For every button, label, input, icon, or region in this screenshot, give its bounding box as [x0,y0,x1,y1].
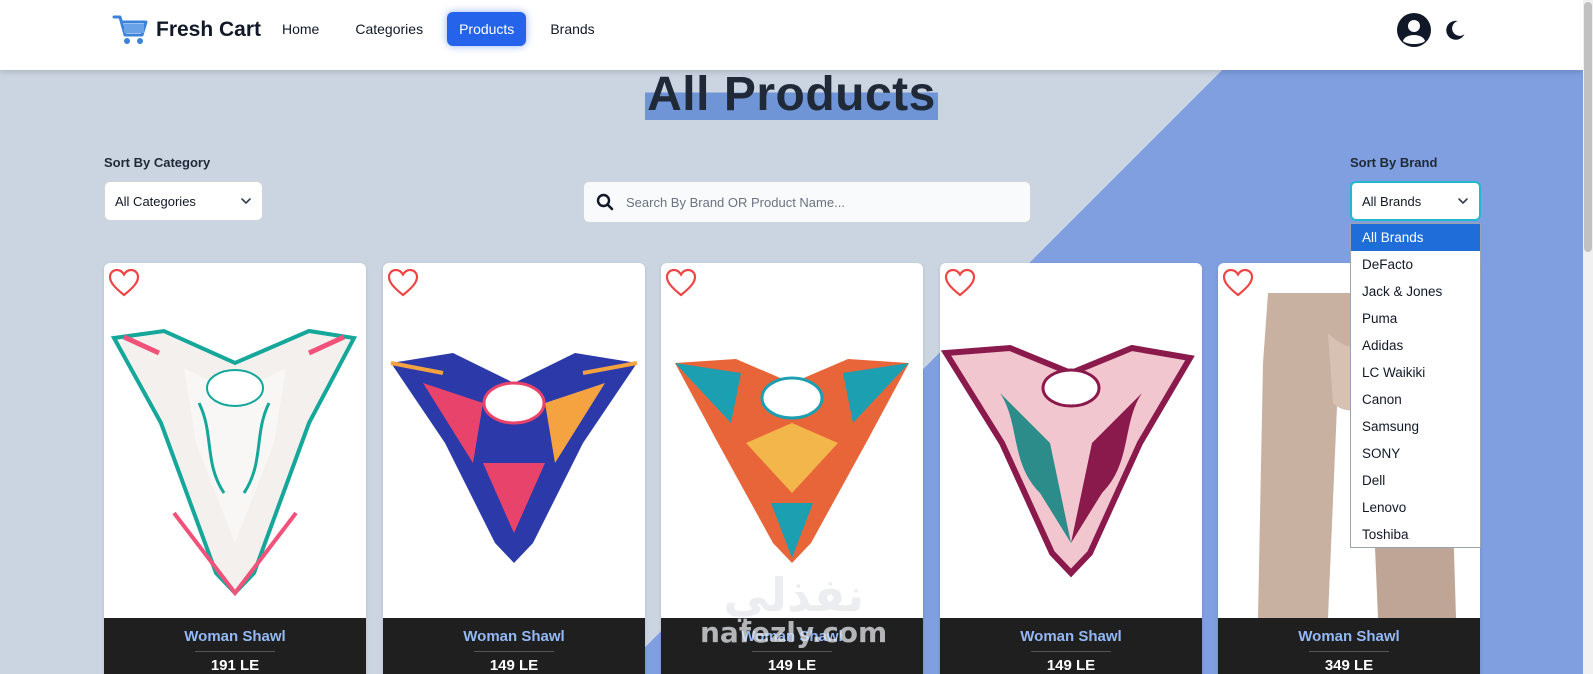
brand-option[interactable]: Samsung [1351,413,1480,440]
brand-dropdown-list: All Brands DeFacto Jack & Jones Puma Adi… [1350,223,1481,548]
product-info: Woman Shawl 149 LE [383,618,645,674]
chevron-down-icon [1458,198,1468,204]
brand-option[interactable]: DeFacto [1351,251,1480,278]
cart-icon [112,15,148,44]
search-input[interactable] [626,194,1018,210]
divider [752,651,832,652]
divider [1309,651,1389,652]
brand-option[interactable]: Canon [1351,386,1480,413]
product-price: 149 LE [767,657,817,674]
product-price: 349 LE [1324,657,1374,674]
category-filter-label: Sort By Category [104,155,211,170]
product-name[interactable]: Woman Shawl [1218,628,1480,645]
product-card[interactable]: Woman Shawl 149 LE [383,263,645,674]
product-name[interactable]: Woman Shawl [661,628,923,645]
product-card[interactable]: Woman Shawl 149 LE [661,263,923,674]
product-card[interactable]: Woman Shawl 149 LE [940,263,1202,674]
brand-option[interactable]: Jack & Jones [1351,278,1480,305]
search-field [583,181,1031,223]
search-icon [596,193,614,211]
product-name[interactable]: Woman Shawl [104,628,366,645]
nav-link-home[interactable]: Home [270,12,331,46]
brand-name: Fresh Cart [156,18,262,41]
brand-option[interactable]: Lenovo [1351,494,1480,521]
product-price: 191 LE [210,657,260,674]
page-title: All Products [645,68,938,121]
divider [474,651,554,652]
nav-link-categories[interactable]: Categories [343,12,435,46]
product-price: 149 LE [1046,657,1096,674]
nav-actions [1396,12,1466,48]
divider [195,651,275,652]
product-card[interactable]: Woman Shawl 191 LE [104,263,366,674]
dark-mode-toggle-icon[interactable] [1444,19,1466,41]
brand-select[interactable]: All Brands [1350,181,1481,221]
page-title-wrap: All Products [0,70,1583,120]
brand-select-value: All Brands [1362,193,1422,209]
navbar: Fresh Cart Home Categories Products Bran… [0,0,1583,70]
brand-filter-label: Sort By Brand [1350,155,1438,170]
product-image[interactable] [940,293,1202,618]
product-name[interactable]: Woman Shawl [940,628,1202,645]
product-info: Woman Shawl 149 LE [661,618,923,674]
product-info: Woman Shawl 149 LE [940,618,1202,674]
brand-option[interactable]: Adidas [1351,332,1480,359]
chevron-down-icon [241,198,251,204]
nav-link-products[interactable]: Products [447,12,527,46]
product-image[interactable] [104,293,366,618]
nav-link-brands[interactable]: Brands [538,12,606,46]
product-image[interactable] [383,293,645,618]
product-name[interactable]: Woman Shawl [383,628,645,645]
category-select-value: All Categories [115,193,196,209]
brand-option[interactable]: Puma [1351,305,1480,332]
product-info: Woman Shawl 349 LE [1218,618,1480,674]
brand-option[interactable]: Toshiba [1351,521,1480,548]
product-info: Woman Shawl 191 LE [104,618,366,674]
product-image[interactable] [661,293,923,618]
nav-links: Home Categories Products Brands [270,11,607,47]
divider [1031,651,1111,652]
category-select[interactable]: All Categories [104,181,263,221]
brand-logo[interactable]: Fresh Cart [112,12,261,48]
brand-option[interactable]: SONY [1351,440,1480,467]
scrollbar-thumb[interactable] [1584,2,1592,252]
user-icon[interactable] [1396,12,1432,48]
brand-option[interactable]: All Brands [1351,224,1480,251]
product-price: 149 LE [489,657,539,674]
brand-option[interactable]: Dell [1351,467,1480,494]
brand-option[interactable]: LC Waikiki [1351,359,1480,386]
